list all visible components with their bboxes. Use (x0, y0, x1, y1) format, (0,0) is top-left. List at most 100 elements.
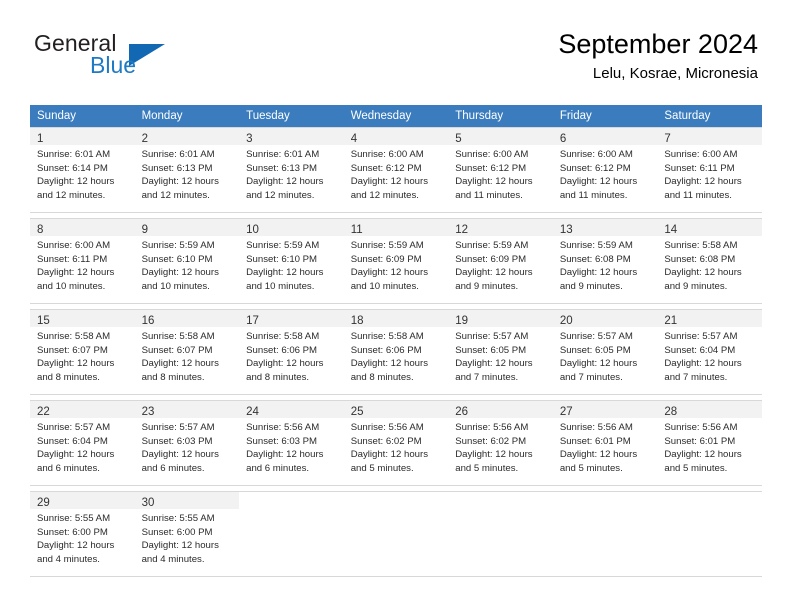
title-block: September 2024 Lelu, Kosrae, Micronesia (558, 28, 758, 84)
calendar-day-cell[interactable]: 11 Sunrise: 5:59 AM Sunset: 6:09 PM Dayligh… (343, 218, 449, 304)
calendar-day-cell[interactable]: 27 Sunrise: 5:56 AM Sunset: 6:01 PM Dayligh… (552, 400, 658, 486)
calendar-day-cell[interactable]: 26 Sunrise: 5:56 AM Sunset: 6:02 PM Dayligh… (448, 400, 553, 486)
calendar-day-cell[interactable]: 6 Sunrise: 6:00 AM Sunset: 6:12 PM Daylight… (552, 127, 658, 213)
calendar-day-cell[interactable]: 12 Sunrise: 5:59 AM Sunset: 6:09 PM Dayligh… (448, 218, 553, 304)
calendar-day-cell[interactable]: 21 Sunrise: 5:57 AM Sunset: 6:04 PM Dayligh… (657, 309, 762, 395)
day-number-bar: 9 (134, 219, 240, 236)
daylight-text-line2: and 11 minutes. (559, 189, 628, 201)
calendar-empty-cell (657, 491, 762, 577)
calendar-day-cell[interactable]: 1 Sunrise: 6:01 AM Sunset: 6:14 PM Daylight… (30, 127, 135, 213)
day-number-bar: 24 (239, 401, 344, 418)
daylight-text-line1: Daylight: 12 hours (350, 267, 429, 279)
sunset-text: Sunset: 6:08 PM (664, 253, 736, 265)
calendar-day-cell[interactable]: 5 Sunrise: 6:00 AM Sunset: 6:12 PM Daylight… (448, 127, 553, 213)
calendar-day-cell[interactable]: 25 Sunrise: 5:56 AM Sunset: 6:02 PM Dayligh… (343, 400, 449, 486)
day-number: 10 (246, 224, 259, 236)
daylight-text-line2: and 6 minutes. (37, 462, 100, 474)
sunrise-text: Sunrise: 5:59 AM (246, 240, 320, 251)
day-number-bar: 23 (134, 401, 240, 418)
sunrise-text: Sunrise: 5:55 AM (141, 513, 215, 524)
calendar-day-cell[interactable]: 16 Sunrise: 5:58 AM Sunset: 6:07 PM Dayligh… (134, 309, 240, 395)
daylight-text-line2: and 12 minutes. (246, 189, 315, 201)
sunrise-text: Sunrise: 5:59 AM (350, 240, 424, 251)
sunrise-text: Sunrise: 5:56 AM (455, 422, 529, 433)
calendar-day-cell[interactable]: 3 Sunrise: 6:01 AM Sunset: 6:13 PM Daylight… (239, 127, 344, 213)
calendar-day-cell[interactable]: 22 Sunrise: 5:57 AM Sunset: 6:04 PM Dayligh… (30, 400, 135, 486)
day-number-bar: 21 (657, 310, 762, 327)
daylight-text-line1: Daylight: 12 hours (37, 176, 115, 188)
daylight-text-line1: Daylight: 12 hours (455, 358, 533, 370)
day-number: 16 (141, 315, 155, 327)
daylight-text-line1: Daylight: 12 hours (664, 267, 742, 279)
sunrise-text: Sunrise: 5:58 AM (141, 331, 215, 342)
daylight-text-line2: and 5 minutes. (664, 462, 728, 474)
sunrise-text: Sunrise: 5:57 AM (664, 331, 738, 342)
sunset-text: Sunset: 6:12 PM (350, 162, 422, 174)
calendar-day-cell[interactable]: 14 Sunrise: 5:58 AM Sunset: 6:08 PM Dayligh… (657, 218, 762, 304)
daylight-text-line2: and 10 minutes. (37, 280, 106, 292)
day-details: Sunrise: 5:58 AM Sunset: 6:08 PM Daylight:… (657, 236, 762, 293)
calendar-day-cell[interactable]: 8 Sunrise: 6:00 AM Sunset: 6:11 PM Daylight… (30, 218, 135, 304)
daylight-text-line2: and 6 minutes. (246, 462, 310, 474)
sunrise-text: Sunrise: 5:57 AM (455, 331, 529, 342)
day-number: 21 (664, 315, 678, 327)
daylight-text-line1: Daylight: 12 hours (559, 358, 638, 370)
daylight-text-line1: Daylight: 12 hours (559, 267, 638, 279)
calendar-day-cell[interactable]: 23 Sunrise: 5:57 AM Sunset: 6:03 PM Dayligh… (134, 400, 240, 486)
calendar-day-cell[interactable]: 20 Sunrise: 5:57 AM Sunset: 6:05 PM Dayligh… (552, 309, 658, 395)
calendar-day-cell[interactable]: 7 Sunrise: 6:00 AM Sunset: 6:11 PM Daylight… (657, 127, 762, 213)
calendar-day-cell[interactable]: 9 Sunrise: 5:59 AM Sunset: 6:10 PM Daylight… (134, 218, 240, 304)
sunset-text: Sunset: 6:02 PM (455, 435, 527, 447)
day-number: 30 (141, 497, 155, 509)
daylight-text-line1: Daylight: 12 hours (141, 449, 219, 461)
sunset-text: Sunset: 6:00 PM (37, 526, 108, 538)
day-number: 14 (664, 224, 678, 236)
sunset-text: Sunset: 6:02 PM (350, 435, 422, 447)
calendar-day-cell[interactable]: 19 Sunrise: 5:57 AM Sunset: 6:05 PM Dayligh… (448, 309, 553, 395)
calendar-day-cell[interactable]: 10 Sunrise: 5:59 AM Sunset: 6:10 PM Dayligh… (239, 218, 344, 304)
calendar-day-cell[interactable]: 28 Sunrise: 5:56 AM Sunset: 6:01 PM Dayligh… (657, 400, 762, 486)
sunrise-text: Sunrise: 5:57 AM (141, 422, 215, 433)
day-number-bar (344, 492, 449, 509)
day-number-bar: 12 (448, 219, 553, 236)
day-number: 27 (559, 406, 573, 418)
daylight-text-line1: Daylight: 12 hours (246, 358, 324, 370)
weekday-header-monday: Monday (134, 105, 240, 127)
sunset-text: Sunset: 6:09 PM (455, 253, 527, 265)
calendar-day-cell[interactable]: 17 Sunrise: 5:58 AM Sunset: 6:06 PM Dayligh… (239, 309, 344, 395)
sunrise-text: Sunrise: 5:59 AM (455, 240, 529, 251)
day-number-bar: 6 (552, 128, 658, 145)
daylight-text-line1: Daylight: 12 hours (141, 176, 219, 188)
sunrise-text: Sunrise: 5:57 AM (559, 331, 633, 342)
calendar-day-cell[interactable]: 2 Sunrise: 6:01 AM Sunset: 6:13 PM Daylight… (134, 127, 240, 213)
day-number: 17 (246, 315, 259, 327)
daylight-text-line1: Daylight: 12 hours (350, 358, 429, 370)
calendar-day-cell[interactable]: 4 Sunrise: 6:00 AM Sunset: 6:12 PM Daylight… (343, 127, 449, 213)
day-number-bar: 7 (657, 128, 762, 145)
calendar-empty-cell (239, 491, 344, 577)
sunset-text: Sunset: 6:08 PM (559, 253, 631, 265)
sunset-text: Sunset: 6:10 PM (246, 253, 318, 265)
calendar-day-cell[interactable]: 30 Sunrise: 5:55 AM Sunset: 6:00 PM Dayligh… (134, 491, 240, 577)
general-blue-logo[interactable]: General Blue (34, 30, 244, 88)
calendar-day-cell[interactable]: 15 Sunrise: 5:58 AM Sunset: 6:07 PM Dayligh… (30, 309, 135, 395)
calendar-day-cell[interactable]: 18 Sunrise: 5:58 AM Sunset: 6:06 PM Dayligh… (343, 309, 449, 395)
daylight-text-line2: and 12 minutes. (37, 189, 106, 201)
sunrise-text: Sunrise: 6:01 AM (37, 149, 111, 160)
day-number-bar: 14 (657, 219, 762, 236)
sunset-text: Sunset: 6:14 PM (37, 162, 108, 174)
day-number: 9 (141, 224, 148, 236)
daylight-text-line2: and 10 minutes. (246, 280, 315, 292)
calendar-day-cell[interactable]: 24 Sunrise: 5:56 AM Sunset: 6:03 PM Dayligh… (239, 400, 344, 486)
daylight-text-line2: and 4 minutes. (37, 553, 100, 565)
day-number: 11 (350, 224, 363, 236)
sunset-text: Sunset: 6:04 PM (37, 435, 108, 447)
sunset-text: Sunset: 6:07 PM (141, 344, 213, 356)
calendar-day-cell[interactable]: 13 Sunrise: 5:59 AM Sunset: 6:08 PM Dayligh… (552, 218, 658, 304)
calendar-day-cell[interactable]: 29 Sunrise: 5:55 AM Sunset: 6:00 PM Dayligh… (30, 491, 135, 577)
sunrise-text: Sunrise: 6:00 AM (559, 149, 633, 160)
day-number: 6 (559, 133, 567, 145)
daylight-text-line2: and 9 minutes. (664, 280, 728, 292)
sunset-text: Sunset: 6:01 PM (559, 435, 631, 447)
day-number-bar: 25 (343, 401, 449, 418)
